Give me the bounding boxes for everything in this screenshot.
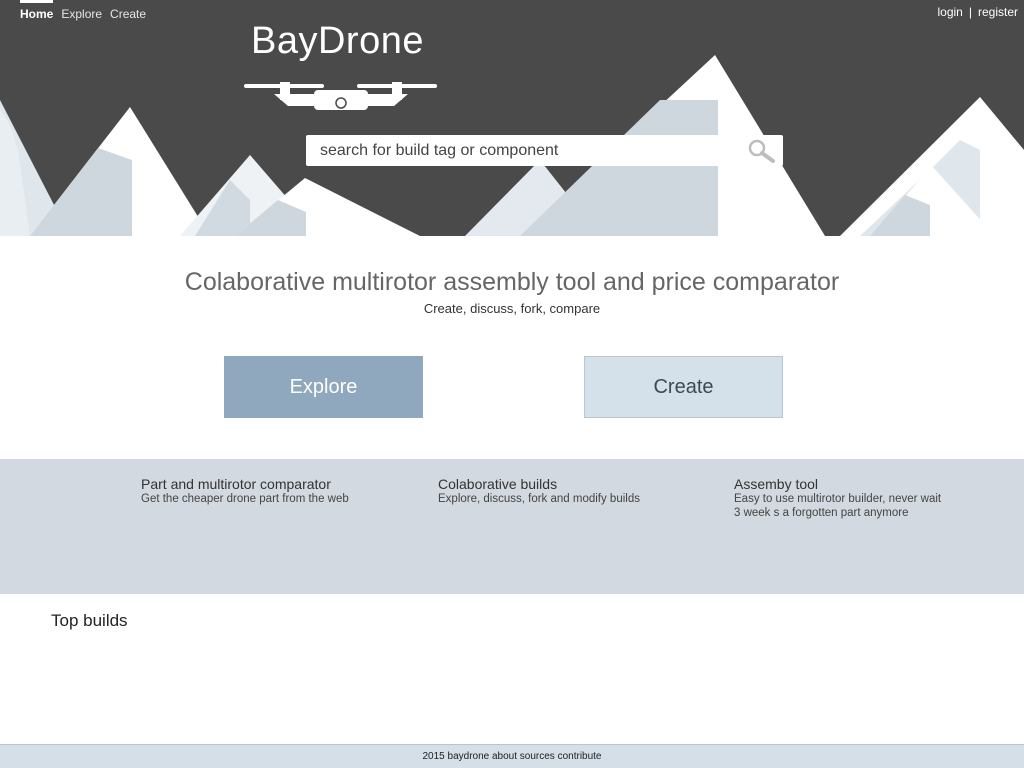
brand-title[interactable]: BayDrone — [251, 20, 424, 63]
hero-header: Home Explore Create login | register Bay… — [0, 0, 1024, 236]
search-input[interactable] — [306, 135, 726, 166]
nav-home-link[interactable]: Home — [20, 0, 54, 21]
search-icon[interactable] — [747, 139, 775, 163]
footer-text: 2015 baydrone about sources contribute — [422, 751, 602, 762]
mountains-illustration — [0, 55, 1024, 236]
main-nav: Home Explore Create — [20, 0, 146, 21]
tagline: Colaborative multirotor assembly tool an… — [184, 268, 840, 296]
feature-title: Colaborative builds — [438, 476, 558, 492]
feature-desc: Easy to use multirotor builder, never wa… — [734, 493, 942, 519]
feature-assembly: Assemby tool Easy to use multirotor buil… — [734, 476, 949, 520]
subtagline: Create, discuss, fork, compare — [423, 301, 601, 316]
feature-title: Part and multirotor comparator — [141, 476, 331, 492]
create-button[interactable]: Create — [584, 356, 783, 418]
feature-collaborative: Colaborative builds Explore, discuss, fo… — [438, 476, 698, 506]
auth-links: login | register — [938, 5, 1019, 19]
nav-create-link[interactable]: Create — [110, 0, 146, 21]
nav-explore-link[interactable]: Explore — [61, 0, 102, 21]
feature-title: Assemby tool — [734, 476, 819, 492]
search-bar — [306, 135, 783, 166]
register-link[interactable]: register — [978, 5, 1018, 19]
footer: 2015 baydrone about sources contribute — [0, 744, 1024, 768]
feature-desc: Explore, discuss, fork and modify builds — [438, 493, 640, 505]
drone-icon — [244, 82, 437, 110]
top-builds-heading: Top builds — [51, 611, 128, 630]
feature-comparator: Part and multirotor comparator Get the c… — [141, 476, 401, 506]
explore-button[interactable]: Explore — [224, 356, 423, 418]
feature-desc: Get the cheaper drone part from the web — [141, 493, 349, 505]
login-link[interactable]: login — [938, 5, 963, 19]
auth-separator: | — [968, 5, 972, 19]
features-section: Part and multirotor comparator Get the c… — [0, 459, 1024, 594]
